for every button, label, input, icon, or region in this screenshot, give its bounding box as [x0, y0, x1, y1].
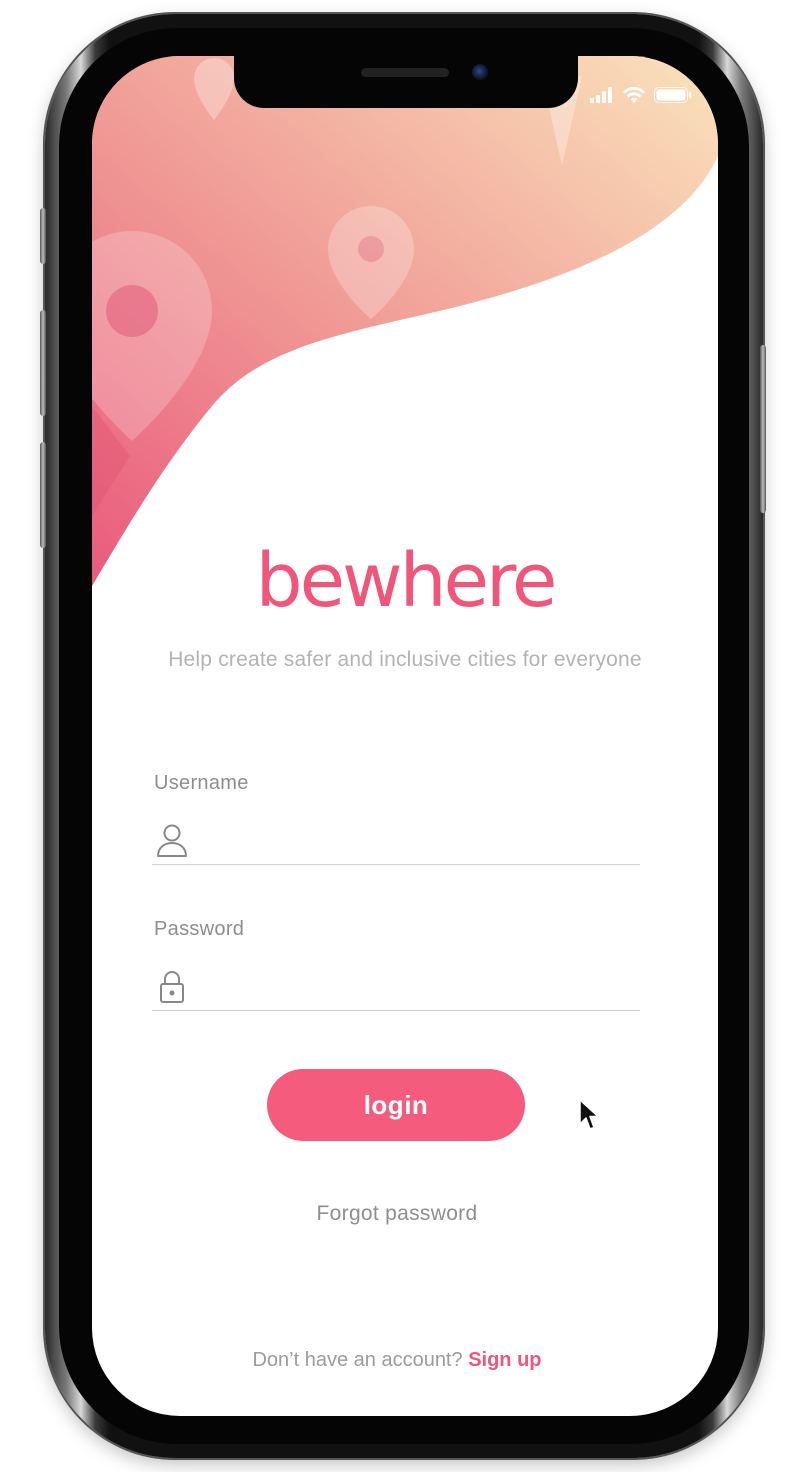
front-camera: [472, 64, 488, 80]
app-screen: bewhere Help create safer and inclusive …: [92, 56, 718, 1416]
earpiece-speaker: [361, 68, 449, 77]
signup-prompt-text: Don’t have an account?: [252, 1349, 463, 1371]
wifi-icon: [623, 86, 645, 103]
app-tagline: Help create safer and inclusive cities f…: [168, 648, 642, 671]
volume-up-button: [40, 310, 46, 416]
forgot-password-link[interactable]: Forgot password: [92, 1202, 702, 1226]
volume-down-button: [40, 442, 46, 548]
signal-icon: [590, 87, 612, 103]
lock-icon: [160, 971, 184, 1003]
password-input[interactable]: [202, 968, 636, 1006]
battery-icon: [654, 87, 692, 103]
username-field[interactable]: [152, 818, 640, 865]
login-button[interactable]: login: [267, 1069, 525, 1141]
password-field[interactable]: [152, 964, 640, 1011]
signup-prompt: Don’t have an account? Sign up: [92, 1349, 702, 1372]
username-input[interactable]: [202, 822, 636, 860]
status-bar: [590, 86, 692, 104]
password-label: Password: [154, 918, 245, 940]
username-label: Username: [154, 772, 249, 794]
app-logo: bewhere: [255, 538, 558, 624]
mouse-cursor-icon: [579, 1099, 599, 1130]
signup-link[interactable]: Sign up: [468, 1349, 541, 1371]
silent-switch: [40, 208, 46, 264]
power-button: [760, 345, 766, 513]
notch: [234, 56, 578, 108]
header-wave-graphic: [92, 56, 718, 586]
user-icon: [157, 824, 187, 857]
